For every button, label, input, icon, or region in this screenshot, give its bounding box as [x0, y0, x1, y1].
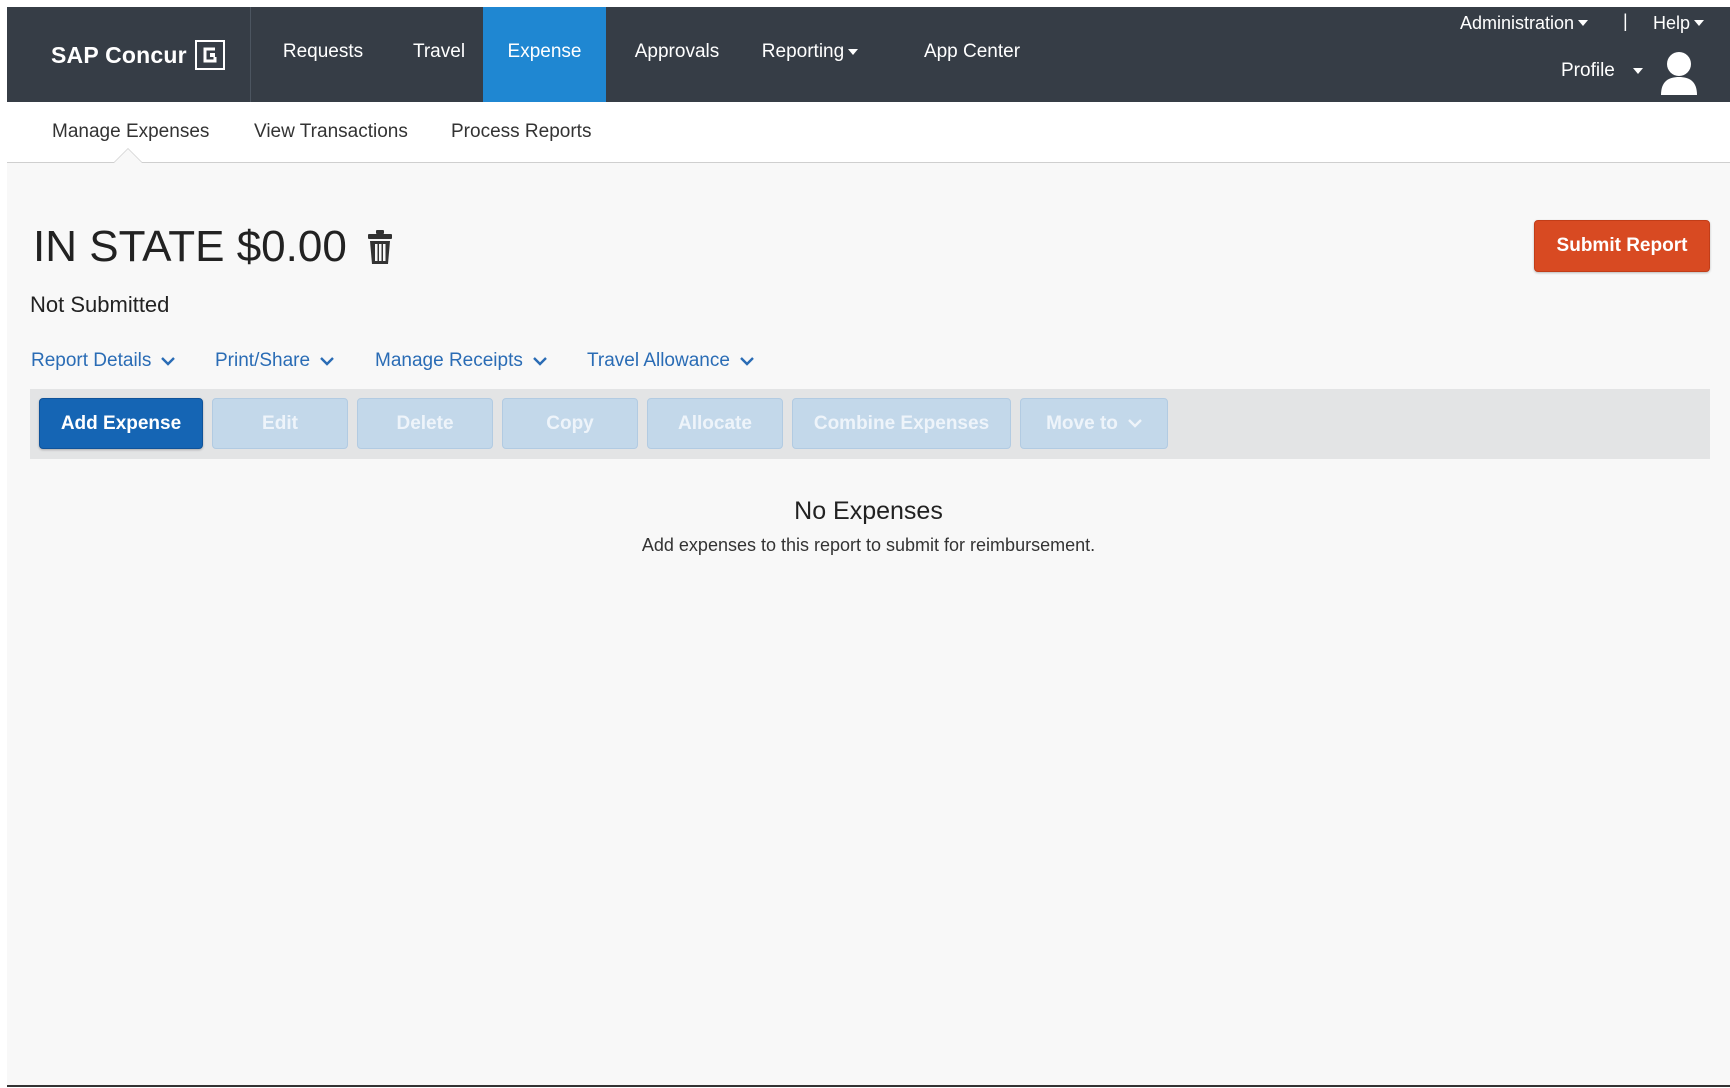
travel-allowance-menu[interactable]: Travel Allowance	[587, 350, 754, 372]
nav-approvals[interactable]: Approvals	[614, 7, 740, 102]
expense-toolbar: Add Expense Edit Delete Copy Allocate Co…	[30, 389, 1710, 459]
nav-requests[interactable]: Requests	[261, 7, 385, 102]
help-label: Help	[1653, 12, 1691, 33]
nav-approvals-label: Approvals	[634, 40, 720, 62]
nav-expense-label: Expense	[507, 40, 582, 62]
subnav-manage-expenses-label: Manage Expenses	[52, 121, 210, 142]
brand-logo[interactable]: SAP Concur	[51, 37, 225, 73]
chevron-down-icon	[740, 356, 754, 366]
submit-report-button[interactable]: Submit Report	[1534, 220, 1710, 272]
subnav-process-reports-label: Process Reports	[451, 121, 592, 142]
manage-receipts-menu[interactable]: Manage Receipts	[375, 350, 547, 372]
delete-button: Delete	[357, 398, 493, 449]
brand-name: SAP Concur	[51, 41, 187, 68]
combine-expenses-button: Combine Expenses	[792, 398, 1011, 449]
trash-icon[interactable]	[367, 229, 393, 265]
app-frame: SAP Concur Requests Travel Expense Appro…	[7, 7, 1730, 1087]
nav-app-center-label: App Center	[923, 40, 1021, 62]
chevron-down-icon	[320, 356, 334, 366]
active-subnav-pointer	[113, 148, 143, 163]
report-title: IN STATE $0.00	[33, 222, 347, 271]
report-details-menu[interactable]: Report Details	[31, 350, 176, 372]
print-share-label: Print/Share	[215, 350, 311, 371]
chevron-down-icon	[1128, 419, 1142, 428]
move-to-label: Move to	[1046, 412, 1118, 434]
empty-state-subtitle: Add expenses to this report to submit fo…	[641, 535, 1096, 555]
add-expense-button[interactable]: Add Expense	[39, 398, 203, 449]
chevron-down-icon	[533, 356, 547, 366]
allocate-button: Allocate	[647, 398, 783, 449]
help-menu[interactable]: Help	[1653, 11, 1705, 35]
caret-down-icon	[848, 48, 859, 55]
administration-menu[interactable]: Administration	[1460, 11, 1589, 35]
allocate-label: Allocate	[678, 412, 752, 434]
edit-label: Edit	[262, 412, 298, 434]
manage-receipts-label: Manage Receipts	[375, 350, 523, 371]
nav-reporting-label: Reporting	[761, 40, 845, 62]
administration-label: Administration	[1460, 12, 1575, 33]
caret-down-icon	[1694, 20, 1705, 26]
subnav-view-transactions[interactable]: View Transactions	[254, 102, 408, 162]
chevron-down-icon	[161, 356, 176, 366]
empty-state-title: No Expenses	[794, 497, 943, 525]
concur-c-logo-icon	[194, 40, 225, 70]
sub-navigation: Manage Expenses View Transactions Proces…	[7, 102, 1730, 163]
print-share-menu[interactable]: Print/Share	[215, 350, 334, 372]
profile-menu[interactable]: Profile	[1561, 60, 1643, 82]
subnav-process-reports[interactable]: Process Reports	[451, 102, 591, 162]
travel-allowance-label: Travel Allowance	[587, 350, 730, 371]
top-navigation-bar: SAP Concur Requests Travel Expense Appro…	[7, 7, 1730, 102]
nav-requests-label: Requests	[282, 40, 364, 62]
caret-down-icon	[1632, 68, 1643, 74]
nav-divider	[250, 7, 251, 102]
copy-button: Copy	[502, 398, 638, 449]
combine-expenses-label: Combine Expenses	[813, 412, 990, 434]
report-details-label: Report Details	[31, 350, 152, 371]
report-status: Not Submitted	[30, 292, 170, 317]
nav-travel-label: Travel	[412, 40, 466, 62]
nav-app-center[interactable]: App Center	[909, 7, 1035, 102]
nav-travel[interactable]: Travel	[391, 7, 487, 102]
nav-reporting[interactable]: Reporting	[752, 7, 868, 102]
edit-button: Edit	[212, 398, 348, 449]
move-to-button: Move to	[1020, 398, 1168, 449]
user-avatar-icon[interactable]	[1657, 49, 1701, 97]
nav-expense[interactable]: Expense	[483, 7, 606, 102]
report-title-row: IN STATE $0.00	[33, 225, 393, 269]
profile-label: Profile	[1561, 60, 1615, 81]
caret-down-icon	[1578, 20, 1589, 26]
copy-label: Copy	[546, 412, 594, 434]
add-expense-label: Add Expense	[60, 412, 182, 434]
delete-label: Delete	[396, 412, 454, 434]
utility-separator: |	[1623, 11, 1628, 31]
subnav-view-transactions-label: View Transactions	[254, 121, 408, 142]
